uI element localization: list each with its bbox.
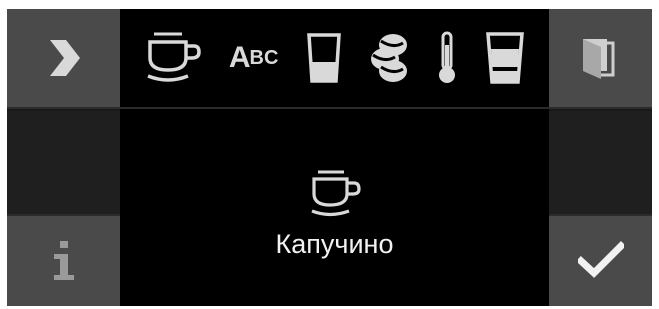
next-button[interactable] bbox=[7, 9, 120, 109]
milk-glass-icon bbox=[486, 32, 525, 84]
coffee-bean-strength-icon bbox=[370, 34, 407, 82]
temperature-icon bbox=[439, 31, 456, 83]
book-exit-icon bbox=[582, 39, 614, 79]
strength-tool[interactable] bbox=[369, 23, 409, 93]
exit-button[interactable] bbox=[549, 9, 652, 109]
quantity-glass-icon bbox=[306, 33, 341, 83]
abc-big-letter: A bbox=[228, 41, 251, 74]
abc-small-letters: BC bbox=[249, 46, 279, 69]
device-screen: A BC Капучино bbox=[7, 9, 652, 306]
cup-icon bbox=[310, 170, 361, 217]
left-empty-slot bbox=[7, 111, 120, 214]
chevron-right-icon bbox=[49, 40, 80, 76]
temperature-tool[interactable] bbox=[436, 23, 458, 93]
quantity-tool[interactable] bbox=[306, 23, 342, 93]
info-icon bbox=[53, 241, 74, 280]
main-panel: A BC Капучино bbox=[120, 9, 549, 306]
parameter-toolbar: A BC bbox=[120, 9, 549, 109]
name-edit-tool[interactable]: A BC bbox=[229, 23, 279, 93]
drink-display: Капучино bbox=[120, 111, 549, 306]
drink-name: Капучино bbox=[275, 229, 394, 259]
checkmark-icon bbox=[577, 241, 624, 278]
right-sidebar bbox=[549, 9, 652, 306]
milk-tool[interactable] bbox=[485, 23, 525, 93]
left-sidebar bbox=[7, 9, 120, 306]
cup-icon bbox=[146, 32, 201, 82]
cup-tool[interactable] bbox=[144, 23, 202, 93]
confirm-button[interactable] bbox=[549, 214, 652, 306]
info-button[interactable] bbox=[7, 214, 120, 306]
right-empty-slot bbox=[549, 111, 652, 214]
